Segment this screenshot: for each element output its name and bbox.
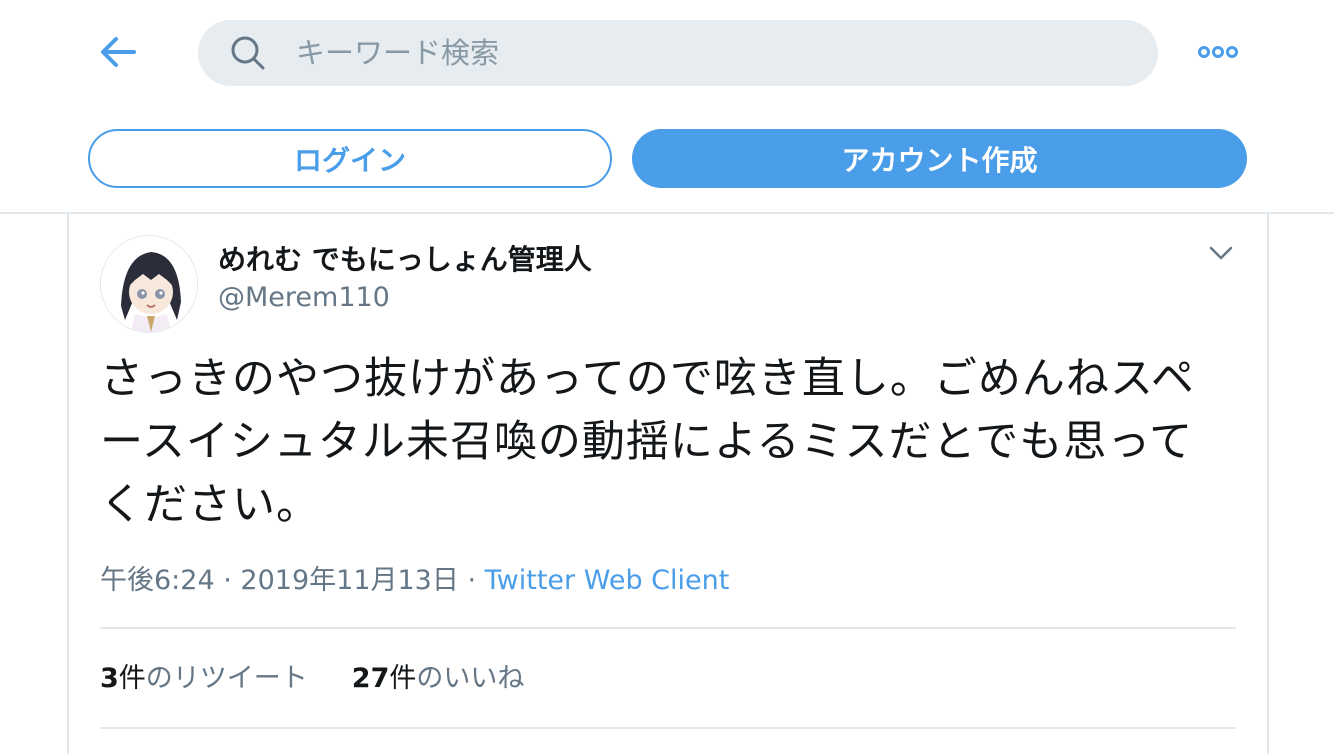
chevron-down-icon xyxy=(1208,245,1234,265)
retweet-unit: 件 xyxy=(118,663,146,694)
like-unit: 件 xyxy=(389,663,417,694)
magnifier-icon xyxy=(228,33,268,73)
author-display-name[interactable]: めれむ でもにっしょん管理人 xyxy=(218,238,592,278)
tweet-meta: 午後6:24 · 2019年11月13日 · Twitter Web Clien… xyxy=(100,558,729,597)
stats-divider-bottom xyxy=(100,727,1236,729)
stats-divider-top xyxy=(100,627,1236,629)
more-button[interactable] xyxy=(1194,36,1242,70)
tweet-text: さっきのやつ抜けがあってので呟き直し。ごめんねスペースイシュタル未召喚の動揺によ… xyxy=(100,354,1195,530)
tweet-client-link[interactable]: Twitter Web Client xyxy=(485,565,730,596)
like-count-link[interactable]: 27件のいいね xyxy=(352,656,525,695)
like-count: 27 xyxy=(351,663,390,694)
tweet-date[interactable]: 2019年11月13日 xyxy=(240,565,458,596)
retweet-count: 3 xyxy=(100,663,119,694)
search-input[interactable] xyxy=(296,36,1076,70)
retweet-label: のリツイート xyxy=(145,663,308,694)
retweet-count-link[interactable]: 3件のリツイート xyxy=(100,656,308,695)
login-button[interactable]: ログイン xyxy=(88,129,612,188)
tweet-menu-button[interactable] xyxy=(1204,238,1238,272)
more-dots-icon xyxy=(1198,44,1238,63)
like-label: のいいね xyxy=(416,663,525,694)
tweet-stats: 3件のリツイート 27件のいいね xyxy=(100,656,524,695)
meta-separator: · xyxy=(467,565,477,596)
tweet-time[interactable]: 午後6:24 xyxy=(100,565,215,596)
arrow-left-icon xyxy=(98,36,138,72)
back-button[interactable] xyxy=(96,32,140,76)
avatar[interactable] xyxy=(100,235,198,333)
search-box[interactable] xyxy=(198,20,1158,86)
signup-button[interactable]: アカウント作成 xyxy=(632,129,1247,188)
top-bar xyxy=(0,0,1334,110)
author-handle: @Merem110 xyxy=(218,282,390,313)
meta-separator: · xyxy=(223,565,232,596)
